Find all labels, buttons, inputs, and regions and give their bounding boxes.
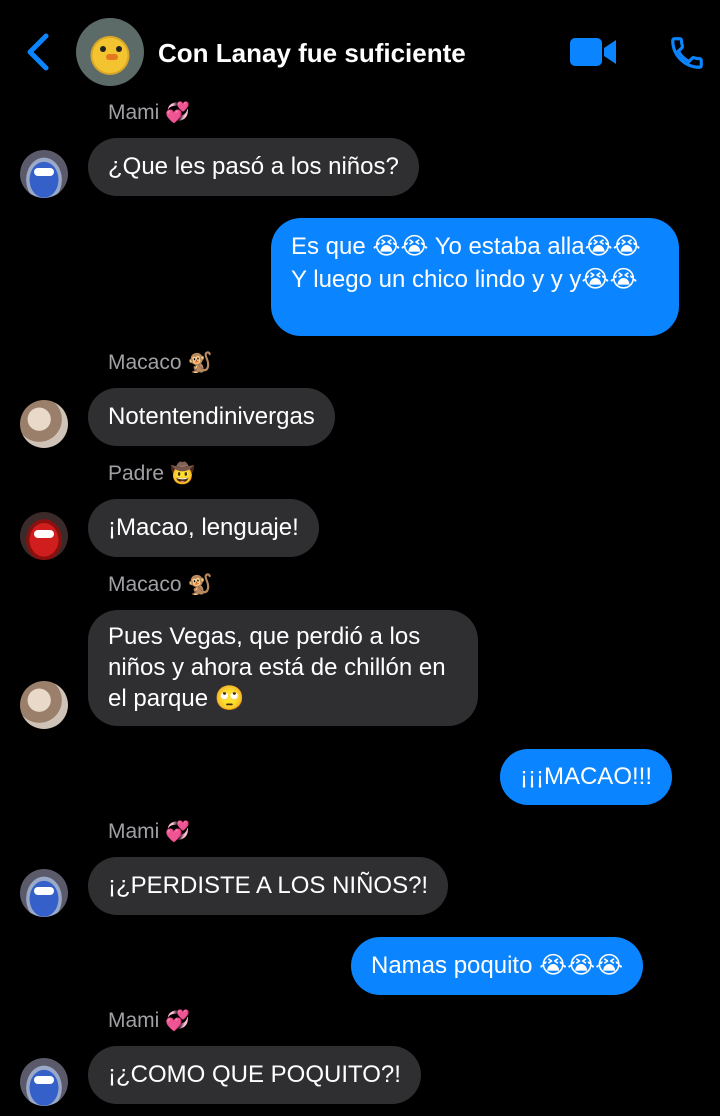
avatar-eyes [34,1076,54,1084]
message-bubble-incoming[interactable]: ¿Que les pasó a los niños? [88,138,419,196]
sender-name: Mami 💞 [108,819,190,844]
sender-emoji: 💞 [165,821,191,843]
message-bubble-outgoing[interactable]: Namas poquito 😭😭😭 [351,937,644,995]
avatar-eyes [34,168,54,176]
avatar-macaco[interactable] [20,400,68,448]
sender-name: Macaco 🐒 [108,572,212,597]
sender-emoji: 💞 [165,102,191,124]
phone-call-icon[interactable] [668,34,706,72]
sender-name: Mami 💞 [108,100,190,125]
sender-name: Mami 💞 [108,1008,190,1033]
sender-emoji: 🐒 [187,352,213,374]
avatar-eyes [34,887,54,895]
avatar-eyes [34,530,54,538]
sender-name: Macaco 🐒 [108,350,212,375]
message-bubble-incoming[interactable]: ¡Macao, lenguaje! [88,499,319,557]
sender-name: Padre 🤠 [108,461,195,486]
video-call-icon[interactable] [570,36,618,68]
sender-label: Padre [108,462,165,485]
message-bubble-incoming[interactable]: ¡¿PERDISTE A LOS NIÑOS?! [88,857,449,915]
avatar-eye [100,46,106,52]
sender-emoji: 💞 [165,1010,191,1032]
avatar-macaco[interactable] [20,681,68,729]
sender-emoji: 🐒 [187,574,213,596]
sender-label: Mami [108,101,160,124]
message-bubble-outgoing[interactable]: ¡¡¡MACAO!!! [500,749,672,805]
avatar-padre[interactable] [20,512,68,560]
chat-header: Con Lanay fue suficiente [0,0,720,100]
back-chevron-icon[interactable] [22,32,56,72]
avatar-eye [116,46,122,52]
avatar-mami[interactable] [20,150,68,198]
group-avatar[interactable] [76,18,144,86]
message-bubble-incoming[interactable]: ¡¿COMO QUE POQUITO?! [88,1046,421,1104]
sender-label: Macaco [108,351,182,374]
message-bubble-outgoing[interactable]: Es que 😭😭 Yo estaba alla😭😭 Y luego un ch… [271,218,679,336]
avatar-mami[interactable] [20,1058,68,1106]
sender-emoji: 🤠 [170,463,195,485]
sender-label: Mami [108,820,160,843]
avatar-mami[interactable] [20,869,68,917]
avatar-beak [106,54,118,60]
sender-label: Mami [108,1009,160,1032]
sender-label: Macaco [108,573,182,596]
chat-title[interactable]: Con Lanay fue suficiente [158,38,466,69]
message-bubble-incoming[interactable]: Pues Vegas, que perdió a los niños y aho… [88,610,478,726]
message-bubble-incoming[interactable]: Notentendinivergas [88,388,335,446]
